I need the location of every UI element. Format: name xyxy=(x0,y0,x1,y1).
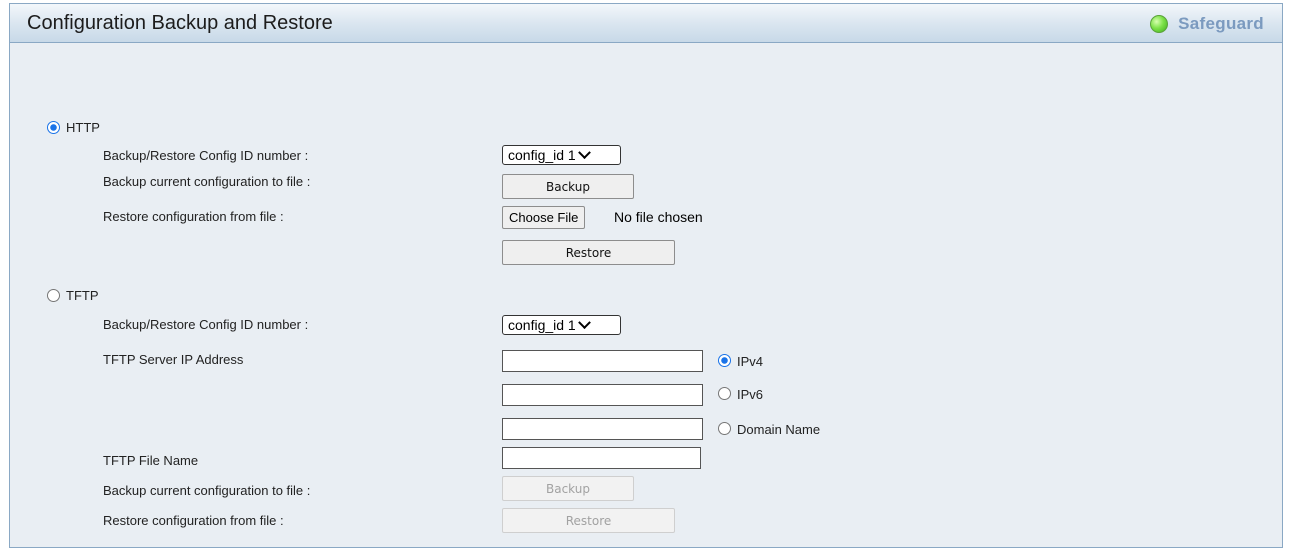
tftp-ipv4-input[interactable] xyxy=(502,350,703,372)
http-config-id-label: Backup/Restore Config ID number : xyxy=(103,148,309,163)
panel-content: HTTP Backup/Restore Config ID number : c… xyxy=(10,43,1282,547)
tftp-file-name-input[interactable] xyxy=(502,447,701,469)
chevron-down-icon xyxy=(577,315,591,329)
ipv6-radio[interactable] xyxy=(718,387,731,400)
tftp-config-id-select[interactable]: config_id 1 xyxy=(502,315,621,335)
safeguard-indicator: Safeguard xyxy=(1150,14,1264,34)
tftp-config-id-label: Backup/Restore Config ID number : xyxy=(103,317,309,332)
chevron-down-icon xyxy=(577,145,591,159)
tftp-config-id-value: config_id 1 xyxy=(508,317,576,333)
choose-file-button[interactable]: Choose File xyxy=(502,206,586,229)
safeguard-label: Safeguard xyxy=(1178,14,1264,33)
http-config-id-select[interactable]: config_id 1 xyxy=(502,145,621,165)
http-restore-button[interactable]: Restore xyxy=(502,240,675,265)
panel-titlebar: Configuration Backup and Restore Safegua… xyxy=(10,4,1282,43)
tftp-ipv6-input[interactable] xyxy=(502,384,703,406)
page-title: Configuration Backup and Restore xyxy=(27,12,333,34)
tftp-server-ip-label: TFTP Server IP Address xyxy=(103,352,244,367)
http-restore-label: Restore configuration from file : xyxy=(103,209,284,224)
tftp-restore-label: Restore configuration from file : xyxy=(103,513,284,528)
config-backup-restore-panel: Configuration Backup and Restore Safegua… xyxy=(9,3,1283,548)
domain-name-radio[interactable] xyxy=(718,422,731,435)
tftp-file-name-label: TFTP File Name xyxy=(103,453,199,468)
domain-name-label: Domain Name xyxy=(737,422,821,437)
http-radio[interactable] xyxy=(47,121,60,134)
ipv4-label: IPv4 xyxy=(737,354,764,369)
http-backup-button[interactable]: Backup xyxy=(502,174,634,199)
tftp-backup-button[interactable]: Backup xyxy=(502,476,634,501)
http-option-label: HTTP xyxy=(66,120,100,135)
safeguard-status-icon xyxy=(1150,15,1169,33)
tftp-radio[interactable] xyxy=(47,289,60,302)
tftp-restore-button[interactable]: Restore xyxy=(502,508,675,533)
tftp-domain-input[interactable] xyxy=(502,418,703,440)
no-file-chosen-text: No file chosen xyxy=(614,209,703,225)
http-config-id-value: config_id 1 xyxy=(508,147,576,163)
ipv4-radio[interactable] xyxy=(718,354,731,367)
tftp-backup-label: Backup current configuration to file : xyxy=(103,483,311,498)
tftp-option-label: TFTP xyxy=(66,288,99,303)
http-backup-label: Backup current configuration to file : xyxy=(103,174,311,189)
ipv6-label: IPv6 xyxy=(737,387,764,402)
